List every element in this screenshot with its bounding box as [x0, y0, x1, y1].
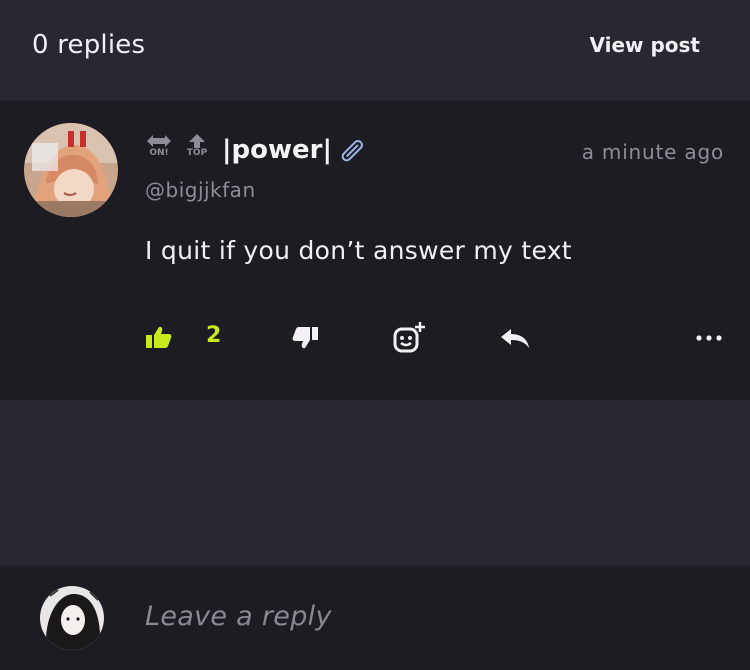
badge-top: TOP [183, 134, 211, 158]
badge-label: ON! [149, 148, 169, 158]
like-count: 2 [206, 323, 222, 348]
up-arrow-icon [189, 134, 205, 148]
swap-arrows-icon [147, 135, 171, 147]
badge-label: TOP [186, 148, 208, 158]
thumbs-down-icon [292, 327, 318, 349]
comment-actions: 2 [0, 316, 750, 358]
safety-pin-icon [341, 140, 363, 162]
reply-arrow-icon [501, 329, 529, 348]
thumbs-up-icon [146, 326, 172, 348]
empty-replies-area [0, 400, 750, 565]
replies-header: 0 replies View post [0, 0, 750, 100]
display-name[interactable]: |power| [222, 135, 332, 165]
badge-on: ON! [145, 134, 173, 158]
user-handle[interactable]: @bigjjkfan [145, 178, 256, 202]
more-options-button[interactable] [695, 334, 723, 342]
username-row: |power| [222, 135, 368, 165]
more-dots-icon [696, 335, 722, 341]
user-badges: ON! TOP [145, 134, 211, 158]
avatar[interactable] [24, 123, 118, 217]
reply-bar: Leave a reply [0, 567, 750, 670]
add-reaction-icon [393, 322, 425, 353]
add-reaction-button[interactable] [393, 321, 427, 353]
like-button[interactable] [146, 326, 172, 348]
comment-text: I quit if you don’t answer my text [145, 236, 572, 265]
reply-button[interactable] [500, 328, 530, 348]
dislike-button[interactable] [292, 327, 318, 349]
timestamp: a minute ago [581, 140, 724, 164]
reply-input[interactable]: Leave a reply [145, 601, 332, 632]
comment-card: ON! TOP |power| @bigjjkfan a minute ago … [0, 101, 750, 400]
view-post-button[interactable]: View post [589, 33, 700, 57]
current-user-avatar [40, 586, 104, 650]
replies-count: 0 replies [32, 30, 146, 60]
